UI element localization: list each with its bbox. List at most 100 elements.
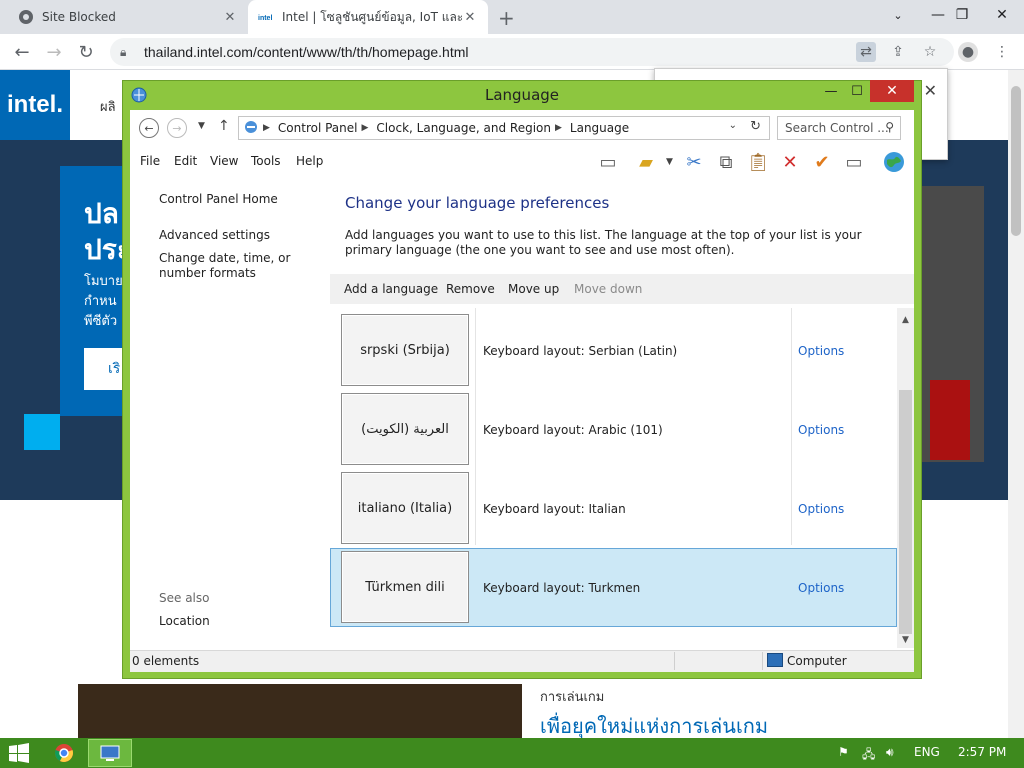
breadcrumb-control-panel[interactable]: Control Panel [278, 121, 358, 135]
location-link[interactable]: Location [159, 614, 210, 628]
tab-search-icon[interactable]: ⌄ [878, 0, 918, 30]
page-scrollbar-thumb[interactable] [1011, 86, 1021, 236]
input-language-indicator[interactable]: ENG [914, 745, 940, 759]
copy-icon[interactable]: ⧉ [712, 148, 740, 176]
move-up-button[interactable]: Move up [508, 282, 559, 296]
language-name-button[interactable]: العربية (الكويت) [341, 393, 469, 465]
close-popup-icon[interactable]: ✕ [924, 81, 937, 100]
list-scrollbar-thumb[interactable] [899, 390, 912, 634]
menu-file[interactable]: File [140, 154, 160, 168]
menu-edit[interactable]: Edit [174, 154, 197, 168]
dropdown-arrow-icon[interactable]: ▼ [666, 157, 673, 167]
see-also-label: See also [159, 591, 210, 605]
language-name-button[interactable]: italiano (Italia) [341, 472, 469, 544]
window-maximize-button[interactable]: ☐ [846, 80, 868, 102]
refresh-icon[interactable]: ↻ [750, 119, 761, 134]
action-center-flag-icon[interactable]: ⚑ [838, 745, 849, 759]
back-arrow-icon[interactable]: ← [10, 40, 34, 64]
tab-site-blocked[interactable]: Site Blocked ✕ [8, 0, 248, 34]
share-icon[interactable]: ⇪ [888, 42, 908, 62]
chrome-taskbar-icon[interactable] [42, 739, 86, 767]
up-arrow-icon[interactable]: ↑ [218, 118, 230, 134]
options-link[interactable]: Options [798, 423, 844, 437]
menu-kebab-icon[interactable]: ⋮ [992, 42, 1012, 62]
address-dropdown-icon[interactable]: ⌄ [729, 120, 737, 131]
row-divider [475, 308, 476, 387]
keyboard-layout: Keyboard layout: Arabic (101) [483, 423, 663, 437]
close-browser-button[interactable]: ✕ [982, 0, 1022, 30]
forward-icon[interactable]: → [167, 118, 187, 138]
close-tab-icon[interactable]: ✕ [462, 10, 478, 25]
close-tab-icon[interactable]: ✕ [222, 10, 238, 25]
window-close-button[interactable]: ✕ [870, 80, 914, 102]
url-text: thailand.intel.com/content/www/th/th/hom… [144, 44, 469, 60]
breadcrumb-separator-icon[interactable]: ▶ [263, 123, 270, 133]
back-icon[interactable]: ← [139, 118, 159, 138]
row-divider [475, 466, 476, 545]
breadcrumb-clock-language-region[interactable]: Clock, Language, and Region [376, 121, 551, 135]
address-bar[interactable]: 🔒︎ thailand.intel.com/content/www/th/th/… [110, 38, 954, 66]
new-tab-button[interactable]: + [498, 6, 515, 30]
translate-icon[interactable]: ⇄ [856, 42, 876, 62]
intel-logo[interactable]: intel. [0, 70, 70, 140]
advanced-settings-link[interactable]: Advanced settings [159, 228, 270, 242]
menu-help[interactable]: Help [296, 154, 323, 168]
properties-icon[interactable]: ▭ [840, 148, 868, 176]
page-description: Add languages you want to use to this li… [345, 228, 862, 257]
menu-view[interactable]: View [210, 154, 238, 168]
clock[interactable]: 2:57 PM [958, 745, 1006, 759]
keyboard-layout: Keyboard layout: Turkmen [483, 581, 641, 595]
tab-intel[interactable]: intel Intel | โซลูชันศูนย์ข้อมูล, IoT แล… [248, 0, 488, 34]
breadcrumb-separator-icon[interactable]: ▶ [362, 123, 369, 133]
language-name: srpski (Srbija) [360, 342, 450, 358]
change-date-time-link[interactable]: Change date, time, or number formats [159, 251, 329, 281]
options-link[interactable]: Options [798, 502, 844, 516]
control-panel-home-link[interactable]: Control Panel Home [159, 192, 278, 206]
breadcrumb-language[interactable]: Language [570, 121, 629, 135]
reload-icon[interactable]: ↻ [74, 40, 98, 64]
checkmark-icon[interactable]: ✔ [808, 148, 836, 176]
breadcrumb-separator-icon[interactable]: ▶ [555, 123, 562, 133]
remove-button[interactable]: Remove [446, 282, 495, 296]
language-name-button[interactable]: srpski (Srbija) [341, 314, 469, 386]
windows-start-icon[interactable] [8, 743, 30, 763]
scroll-up-arrow-icon[interactable]: ▲ [897, 312, 914, 328]
search-input[interactable]: Search Control ... ⚲ [777, 116, 901, 140]
network-icon[interactable]: 🖧︎ [862, 745, 875, 766]
language-list: srpski (Srbija) Keyboard layout: Serbian… [330, 308, 897, 648]
intel-nav-item[interactable]: ผลิ [100, 96, 116, 117]
language-name: italiano (Italia) [357, 500, 453, 516]
language-row[interactable]: srpski (Srbija) Keyboard layout: Serbian… [330, 308, 897, 387]
options-link[interactable]: Options [798, 344, 844, 358]
bookmark-star-icon[interactable]: ☆ [920, 42, 940, 62]
language-name-button[interactable]: Türkmen dili [341, 551, 469, 623]
layout-pane-icon[interactable]: ▭ [594, 148, 622, 176]
window-minimize-button[interactable]: — [820, 80, 842, 102]
add-language-button[interactable]: Add a language [344, 282, 438, 296]
status-divider [674, 652, 675, 670]
folder-check-icon[interactable]: ▰ [632, 148, 660, 176]
recent-locations-chevron-icon[interactable]: ▼ [198, 121, 205, 131]
forward-arrow-icon[interactable]: → [42, 40, 66, 64]
scroll-down-arrow-icon[interactable]: ▼ [897, 632, 914, 648]
svg-text:intel: intel [258, 15, 272, 22]
globe-icon[interactable] [880, 148, 908, 176]
options-link[interactable]: Options [798, 581, 844, 595]
move-down-button[interactable]: Move down [574, 282, 642, 296]
search-icon[interactable]: ⚲ [885, 120, 894, 134]
menu-tools[interactable]: Tools [251, 154, 281, 168]
volume-icon[interactable]: 🔊︎ [886, 745, 894, 760]
intel-favicon-icon: intel [258, 9, 274, 25]
language-row[interactable]: italiano (Italia) Keyboard layout: Itali… [330, 466, 897, 545]
restore-button[interactable]: ❐ [942, 0, 982, 30]
control-panel-taskbar-icon[interactable] [88, 739, 132, 767]
language-row[interactable]: العربية (الكويت) Keyboard layout: Arabic… [330, 387, 897, 466]
breadcrumb[interactable]: ▶ Control Panel ▶ Clock, Language, and R… [238, 116, 770, 140]
paste-icon[interactable]: 📋︎ [744, 148, 772, 176]
cut-icon[interactable]: ✂ [680, 148, 708, 176]
delete-icon[interactable]: ✕ [776, 148, 804, 176]
language-row-selected[interactable]: Türkmen dili Keyboard layout: Turkmen Op… [330, 548, 897, 627]
keyboard-layout: Keyboard layout: Serbian (Latin) [483, 344, 678, 358]
profile-avatar-icon[interactable]: ● [958, 42, 978, 62]
hero-accent-square [24, 414, 60, 450]
